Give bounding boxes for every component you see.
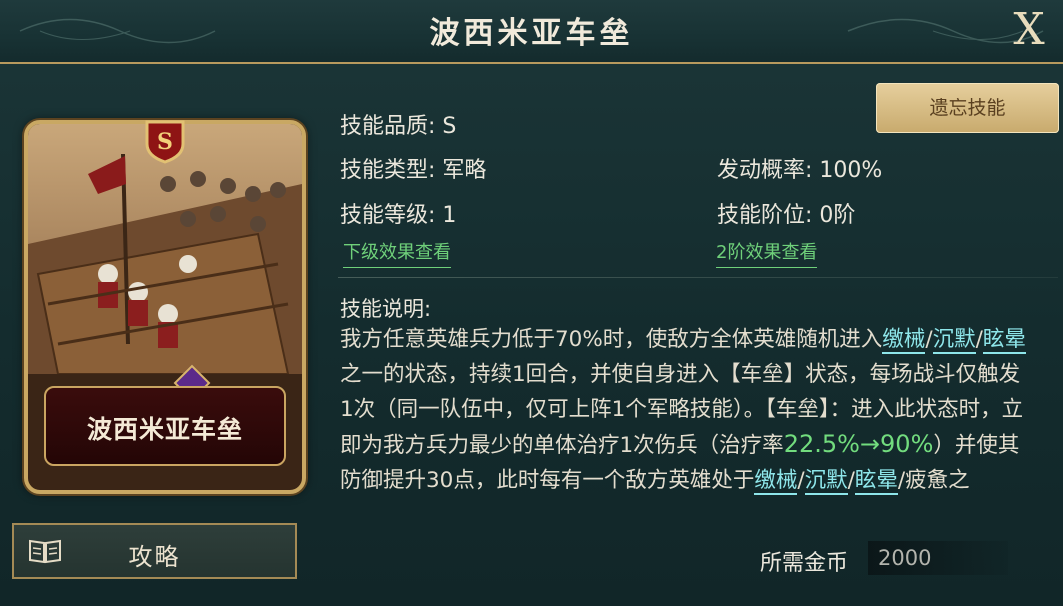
status-keyword-link[interactable]: 缴械 <box>882 327 926 354</box>
description-scroll-area[interactable]: 我方任意英雄兵力低于70%时，使敌方全体英雄随机进入缴械/沉默/眩晕之一的状态，… <box>340 322 1030 522</box>
skill-description: 我方任意英雄兵力低于70%时，使敌方全体英雄随机进入缴械/沉默/眩晕之一的状态，… <box>340 322 1030 498</box>
divider <box>338 277 1058 278</box>
description-text: / <box>925 327 933 352</box>
heal-rate-value: 22.5%→90% <box>783 430 934 458</box>
description-text: / <box>797 468 805 493</box>
skill-type: 技能类型: 军略 <box>340 158 487 183</box>
status-keyword-link[interactable]: 眩晕 <box>982 327 1026 354</box>
trigger-rate: 发动概率: 100% <box>717 158 883 183</box>
lower-effect-link[interactable]: 下级效果查看 <box>343 238 451 268</box>
card-grade: S <box>157 129 173 155</box>
description-text: / <box>847 468 855 493</box>
card-name-plate: 波西米亚车垒 <box>44 386 286 466</box>
forget-skill-button[interactable]: 遗忘技能 <box>876 83 1059 133</box>
status-keyword-link[interactable]: 沉默 <box>804 468 848 495</box>
cost-label: 所需金币 <box>760 551 849 576</box>
skill-card: 波西米亚车垒 <box>24 120 306 494</box>
grade-shield-icon: S <box>145 120 185 164</box>
description-text: 我方任意英雄兵力低于70%时，使敌方全体英雄随机进入 <box>340 327 883 352</box>
title-bar: 波西米亚车垒 X <box>0 0 1063 64</box>
close-icon: X <box>1013 4 1045 55</box>
description-text: /疲惫之 <box>897 468 970 493</box>
cost-value: 2000 <box>868 541 1008 575</box>
description-title: 技能说明: <box>340 297 432 321</box>
skill-quality: 技能品质: S <box>340 114 457 139</box>
skill-level: 技能等级: 1 <box>340 203 457 228</box>
skill-rank: 技能阶位: 0阶 <box>717 203 856 228</box>
status-keyword-link[interactable]: 眩晕 <box>854 468 898 495</box>
strategy-label: 攻略 <box>128 543 181 571</box>
rank2-effect-link[interactable]: 2阶效果查看 <box>716 238 818 268</box>
page-title: 波西米亚车垒 <box>429 16 634 51</box>
description-text: / <box>975 327 983 352</box>
close-button[interactable]: X <box>1005 4 1053 56</box>
strategy-button[interactable]: 攻略 <box>12 523 297 579</box>
status-keyword-link[interactable]: 缴械 <box>754 468 798 495</box>
status-keyword-link[interactable]: 沉默 <box>932 327 976 354</box>
card-name: 波西米亚车垒 <box>86 415 243 444</box>
